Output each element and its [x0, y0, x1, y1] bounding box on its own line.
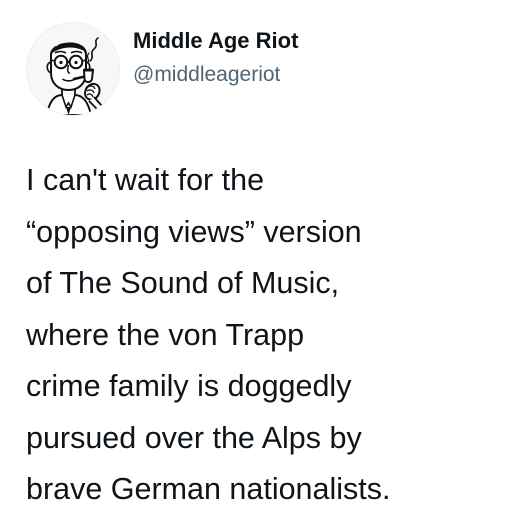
tweet-text-line: crime family is doggedly	[26, 369, 352, 403]
tweet-text-line: brave German nationalists.	[26, 472, 391, 506]
avatar[interactable]	[26, 22, 120, 116]
pipe-smoking-man-icon	[27, 23, 119, 115]
tweet-text-line: of The Sound of Music,	[26, 266, 340, 300]
author-handle[interactable]: @middleageriot	[133, 62, 280, 88]
tweet-text-line: I can't wait for the	[26, 163, 265, 197]
tweet-text-line: pursued over the Alps by	[26, 420, 362, 455]
tweet-card: Middle Age Riot @middleageriot I can't w…	[0, 0, 514, 528]
author-display-name[interactable]: Middle Age Riot	[133, 28, 298, 54]
tweet-text-line: where the von Trapp	[26, 317, 305, 352]
tweet-text: I can't wait for the “opposing views” ve…	[26, 155, 508, 516]
tweet-text-line: “opposing views” version	[26, 214, 362, 249]
